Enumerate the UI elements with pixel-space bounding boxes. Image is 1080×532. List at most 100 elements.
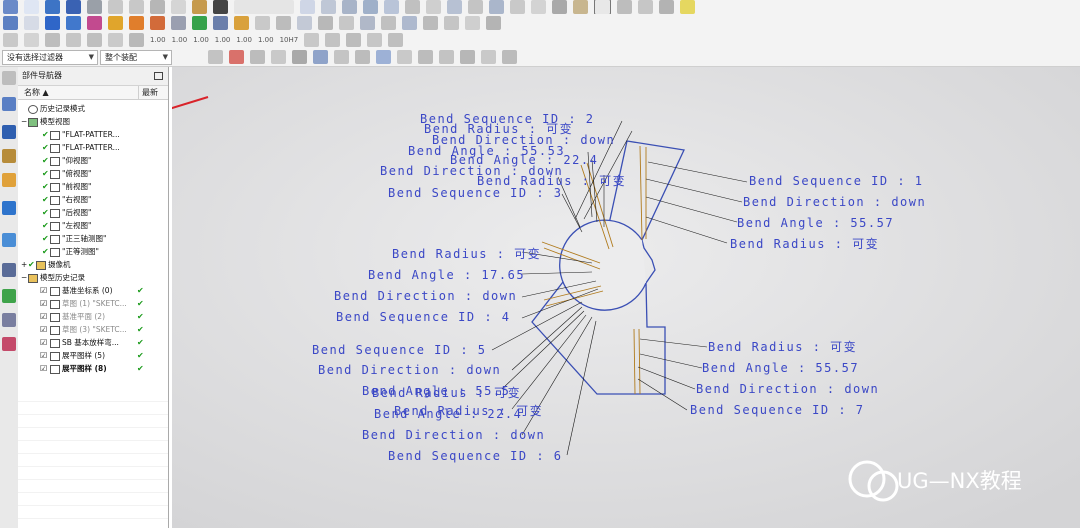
palette-icon[interactable] bbox=[2, 233, 16, 247]
selection-filter-dropdown[interactable]: 没有选择过滤器 ▼ bbox=[2, 49, 98, 65]
bend-annotation-label[interactable]: Bend Radius : 可变 bbox=[372, 385, 521, 400]
maximize-icon[interactable] bbox=[154, 72, 163, 80]
bend-annotation-label[interactable]: Bend Direction : down bbox=[334, 289, 517, 303]
sketch-icon[interactable] bbox=[3, 15, 18, 30]
tree-item-feature-lofted-flange[interactable]: ☑ SB 基本放样弯... ✔ bbox=[18, 336, 168, 349]
web-browser-icon[interactable] bbox=[2, 201, 16, 215]
cross-section-icon[interactable] bbox=[486, 15, 501, 30]
delete-face-icon[interactable] bbox=[381, 15, 396, 30]
weld-icon[interactable] bbox=[108, 32, 123, 47]
end-point-icon[interactable] bbox=[313, 50, 328, 64]
point-on-face-icon[interactable] bbox=[481, 50, 496, 64]
highlight-icon[interactable] bbox=[680, 0, 695, 14]
tree-item-model-views[interactable]: − 模型视图 bbox=[18, 115, 168, 128]
undo-icon[interactable] bbox=[108, 0, 123, 14]
select-component-icon[interactable] bbox=[229, 50, 244, 64]
replace-face-icon[interactable] bbox=[297, 15, 312, 30]
joggle-icon[interactable] bbox=[659, 0, 674, 14]
pattern-icon[interactable] bbox=[447, 0, 462, 14]
history-icon[interactable] bbox=[2, 263, 16, 277]
trim-icon[interactable] bbox=[213, 15, 228, 30]
form-icon[interactable] bbox=[638, 0, 653, 14]
move-face-icon[interactable] bbox=[276, 15, 291, 30]
tree-item-view-isometric[interactable]: ✔ "正等测图" bbox=[18, 245, 168, 258]
decimal-dim-4[interactable]: 1.00 bbox=[215, 36, 231, 44]
tree-item-view-trimetric[interactable]: ✔ "正三轴测图" bbox=[18, 232, 168, 245]
column-latest[interactable]: 最新 bbox=[138, 86, 158, 99]
angular-dim-icon[interactable] bbox=[367, 32, 383, 47]
tree-item-model-history[interactable]: − 模型历史记录 bbox=[18, 271, 168, 284]
checkbox-icon[interactable]: ☑ bbox=[40, 297, 47, 310]
sync-icon[interactable] bbox=[318, 15, 333, 30]
bend-annotation-label[interactable]: Bend Radius : 可变 bbox=[730, 236, 879, 251]
point-on-curve-icon[interactable] bbox=[460, 50, 475, 64]
tree-item-feature-datum-plane[interactable]: ☑ 基准平面 (2) ✔ bbox=[18, 310, 168, 323]
bend-annotation-label[interactable]: Bend Direction : down bbox=[743, 195, 926, 209]
draft-icon[interactable] bbox=[192, 15, 207, 30]
window-icon[interactable] bbox=[300, 0, 315, 14]
system-scenes-icon[interactable] bbox=[2, 337, 16, 351]
new-file-icon[interactable] bbox=[24, 0, 39, 14]
copy-icon[interactable] bbox=[171, 0, 186, 14]
command-finder-icon[interactable] bbox=[234, 0, 294, 14]
tree-item-view-back[interactable]: ✔ "后视图" bbox=[18, 206, 168, 219]
triangle-icon[interactable] bbox=[594, 0, 611, 14]
contour-icon[interactable] bbox=[510, 0, 525, 14]
graphics-window[interactable]: Bend Sequence ID : 2 Bend Radius : 可变 Bend… bbox=[47, 67, 1080, 528]
quadrant-icon[interactable] bbox=[418, 50, 433, 64]
tree-item-feature-sketch-1[interactable]: ☑ 草图 (1) "SKETC... ✔ bbox=[18, 297, 168, 310]
decimal-dim-6[interactable]: 1.00 bbox=[258, 36, 274, 44]
menu-icon[interactable] bbox=[3, 0, 18, 14]
bend-annotation-label[interactable]: Bend Radius : 可变 bbox=[394, 403, 543, 418]
radius-dim-icon[interactable] bbox=[388, 32, 404, 47]
pmi-icon[interactable] bbox=[3, 32, 18, 47]
snap-point-icon[interactable] bbox=[250, 50, 265, 64]
decimal-dim-5[interactable]: 1.00 bbox=[236, 36, 252, 44]
constraint-navigator-icon[interactable] bbox=[2, 125, 16, 139]
decimal-dim-3[interactable]: 1.00 bbox=[193, 36, 209, 44]
snap-filter-icon[interactable] bbox=[208, 50, 223, 64]
bend-annotation-label[interactable]: Bend Sequence ID : 1 bbox=[749, 174, 924, 188]
revolve-icon[interactable] bbox=[66, 15, 81, 30]
note-icon[interactable] bbox=[24, 32, 39, 47]
shell-icon[interactable] bbox=[171, 15, 186, 30]
tree-item-view-right[interactable]: ✔ "右视图" bbox=[18, 193, 168, 206]
control-point-icon[interactable] bbox=[355, 50, 370, 64]
selection-rect-icon[interactable] bbox=[271, 50, 286, 64]
assembly-scope-dropdown[interactable]: 整个装配 ▼ bbox=[100, 49, 172, 65]
reuse-library-icon[interactable] bbox=[2, 173, 16, 187]
delete-icon[interactable] bbox=[213, 0, 228, 14]
fold-icon[interactable] bbox=[617, 0, 632, 14]
checkbox-icon[interactable]: ☑ bbox=[40, 284, 47, 297]
bounded-grid-icon[interactable] bbox=[502, 50, 517, 64]
bend-annotation-label[interactable]: Bend Direction : down bbox=[362, 428, 545, 442]
intersection-icon[interactable] bbox=[376, 50, 391, 64]
mid-point-icon[interactable] bbox=[334, 50, 349, 64]
tree-item-feature-datum-csys[interactable]: ☑ 基准坐标系 (0) ✔ bbox=[18, 284, 168, 297]
tree-item-feature-sketch-3[interactable]: ☑ 草图 (3) "SKETC... ✔ bbox=[18, 323, 168, 336]
bend-annotation-label[interactable]: Bend Angle : 55.57 bbox=[737, 216, 894, 230]
offset-icon[interactable] bbox=[255, 15, 270, 30]
mirror-icon[interactable] bbox=[468, 0, 483, 14]
save-icon[interactable] bbox=[66, 0, 81, 14]
settings-icon[interactable] bbox=[2, 71, 16, 85]
ordinate-dim-icon[interactable] bbox=[346, 32, 362, 47]
bend-annotation-label[interactable]: Bend Angle : 55.57 bbox=[702, 361, 859, 375]
roles-icon[interactable] bbox=[2, 313, 16, 327]
sheet-icon[interactable] bbox=[405, 0, 420, 14]
layer-icon[interactable] bbox=[321, 0, 336, 14]
surface-finish-icon[interactable] bbox=[87, 32, 102, 47]
expand-icon[interactable]: + bbox=[21, 258, 27, 271]
tree-item-view-top[interactable]: ✔ "俯视图" bbox=[18, 167, 168, 180]
part-navigator-icon[interactable] bbox=[2, 149, 16, 163]
process-studio-icon[interactable] bbox=[2, 289, 16, 303]
tree-item-cameras[interactable]: + ✔ 摄像机 bbox=[18, 258, 168, 271]
redo-icon[interactable] bbox=[129, 0, 144, 14]
bend-annotation-label[interactable]: Bend Sequence ID : 6 bbox=[388, 449, 563, 463]
tree-item-view-front[interactable]: ✔ "前视图" bbox=[18, 180, 168, 193]
target-point-icon[interactable] bbox=[129, 32, 144, 47]
copy-face-icon[interactable] bbox=[339, 15, 354, 30]
relate-icon[interactable] bbox=[444, 15, 459, 30]
rebend-icon[interactable] bbox=[552, 0, 567, 14]
analysis-icon[interactable] bbox=[363, 0, 378, 14]
